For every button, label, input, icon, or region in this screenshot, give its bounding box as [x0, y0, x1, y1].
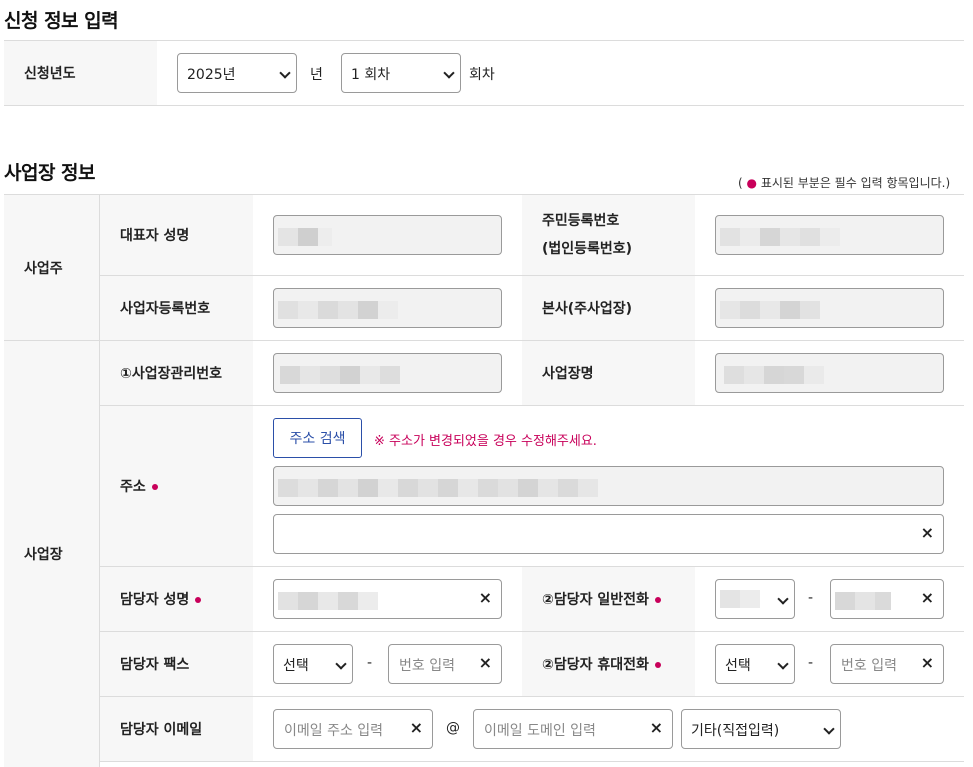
- mobile-number-field[interactable]: 번호 입력 ×: [830, 644, 944, 684]
- section-title-workplace: 사업장 정보: [4, 162, 96, 184]
- mobile-prefix-value: 선택: [725, 658, 751, 674]
- dash-separator: -: [367, 655, 373, 671]
- address-warning: ※ 주소가 변경되었을 경우 수정해주세요.: [374, 434, 597, 449]
- round-select-value: 1 회차: [351, 67, 391, 83]
- clear-icon[interactable]: ×: [479, 588, 492, 607]
- round-unit: 회차: [469, 67, 495, 83]
- manager-mobile-label: ②담당자 휴대전화: [542, 657, 649, 673]
- chevron-down-icon: [823, 723, 835, 735]
- phone-number-field[interactable]: ×: [830, 579, 944, 619]
- address-label: 주소: [120, 479, 146, 495]
- email-domain-select-value: 기타(직접입력): [691, 723, 780, 739]
- mgmt-no-label: ①사업장관리번호: [100, 341, 253, 405]
- address-detail-field[interactable]: ×: [273, 514, 944, 554]
- manager-phone-label-cell: ②담당자 일반전화: [522, 567, 695, 631]
- clear-icon[interactable]: ×: [650, 718, 663, 737]
- resident-no-label: 주민등록번호 (법인등록번호): [522, 195, 695, 275]
- manager-name-field[interactable]: ×: [273, 579, 502, 619]
- resident-no-label-line1: 주민등록번호: [542, 213, 620, 229]
- mgmt-no-field[interactable]: [273, 353, 502, 393]
- year-select-value: 2025년: [187, 67, 236, 83]
- resident-no-label-line2: (법인등록번호): [542, 241, 633, 257]
- manager-phone-label: ②담당자 일반전화: [542, 592, 649, 608]
- clear-icon[interactable]: ×: [921, 588, 934, 607]
- fax-number-field[interactable]: 번호 입력 ×: [388, 644, 502, 684]
- workplace-name-label: 사업장명: [522, 341, 695, 405]
- fax-number-placeholder: 번호 입력: [399, 658, 455, 674]
- manager-name-label: 담당자 성명: [120, 592, 190, 608]
- resident-no-field[interactable]: [715, 215, 944, 255]
- required-note: ( ● 표시된 부분은 필수 입력 항목입니다.): [738, 176, 951, 190]
- chevron-down-icon: [335, 658, 347, 670]
- clear-icon[interactable]: ×: [921, 653, 934, 672]
- manager-mobile-label-cell: ②담당자 휴대전화: [522, 632, 695, 696]
- manager-fax-label: 담당자 팩스: [100, 632, 253, 696]
- email-domain-placeholder: 이메일 도메인 입력: [484, 723, 596, 739]
- chevron-down-icon: [777, 593, 789, 605]
- manager-email-label: 담당자 이메일: [100, 697, 253, 761]
- clear-icon[interactable]: ×: [921, 523, 934, 542]
- mobile-prefix-select[interactable]: 선택: [715, 644, 795, 684]
- owner-group-label: 사업주: [4, 195, 99, 341]
- email-domain-select[interactable]: 기타(직접입력): [681, 709, 841, 749]
- email-at-sign: @: [446, 720, 460, 736]
- email-local-placeholder: 이메일 주소 입력: [284, 723, 384, 739]
- address-main-field[interactable]: [273, 466, 944, 506]
- year-unit: 년: [310, 67, 323, 83]
- workplace-name-field[interactable]: [715, 353, 944, 393]
- fax-prefix-value: 선택: [283, 658, 309, 674]
- biz-reg-field[interactable]: [273, 288, 502, 328]
- dash-separator: -: [808, 590, 814, 606]
- required-dot-icon: [151, 484, 158, 490]
- manager-name-label-cell: 담당자 성명: [100, 567, 253, 631]
- email-local-field[interactable]: 이메일 주소 입력 ×: [273, 709, 433, 749]
- section-title-application: 신청 정보 입력: [4, 10, 119, 32]
- round-select[interactable]: 1 회차: [341, 53, 461, 93]
- phone-prefix-select[interactable]: [715, 579, 795, 619]
- required-dot-icon: [654, 597, 661, 603]
- required-note-text: 표시된 부분은 필수 입력 항목입니다.): [760, 176, 951, 190]
- workplace-group-label: 사업장: [4, 341, 99, 767]
- chevron-down-icon: [279, 67, 291, 79]
- required-dot-icon: [654, 662, 661, 668]
- fax-prefix-select[interactable]: 선택: [273, 644, 353, 684]
- rep-name-field[interactable]: [273, 215, 502, 255]
- email-domain-field[interactable]: 이메일 도메인 입력 ×: [473, 709, 673, 749]
- biz-reg-label: 사업자등록번호: [100, 276, 253, 340]
- clear-icon[interactable]: ×: [410, 718, 423, 737]
- address-label-cell: 주소: [100, 406, 253, 566]
- chevron-down-icon: [443, 67, 455, 79]
- hq-label: 본사(주사업장): [522, 276, 695, 340]
- year-label: 신청년도: [4, 41, 157, 105]
- clear-icon[interactable]: ×: [479, 653, 492, 672]
- address-search-button[interactable]: 주소 검색: [273, 418, 362, 458]
- required-dot-icon: [195, 597, 202, 603]
- hq-field[interactable]: [715, 288, 944, 328]
- mobile-number-placeholder: 번호 입력: [841, 658, 897, 674]
- chevron-down-icon: [777, 658, 789, 670]
- year-select[interactable]: 2025년: [177, 53, 297, 93]
- rep-name-label: 대표자 성명: [100, 195, 253, 275]
- dash-separator: -: [808, 655, 814, 671]
